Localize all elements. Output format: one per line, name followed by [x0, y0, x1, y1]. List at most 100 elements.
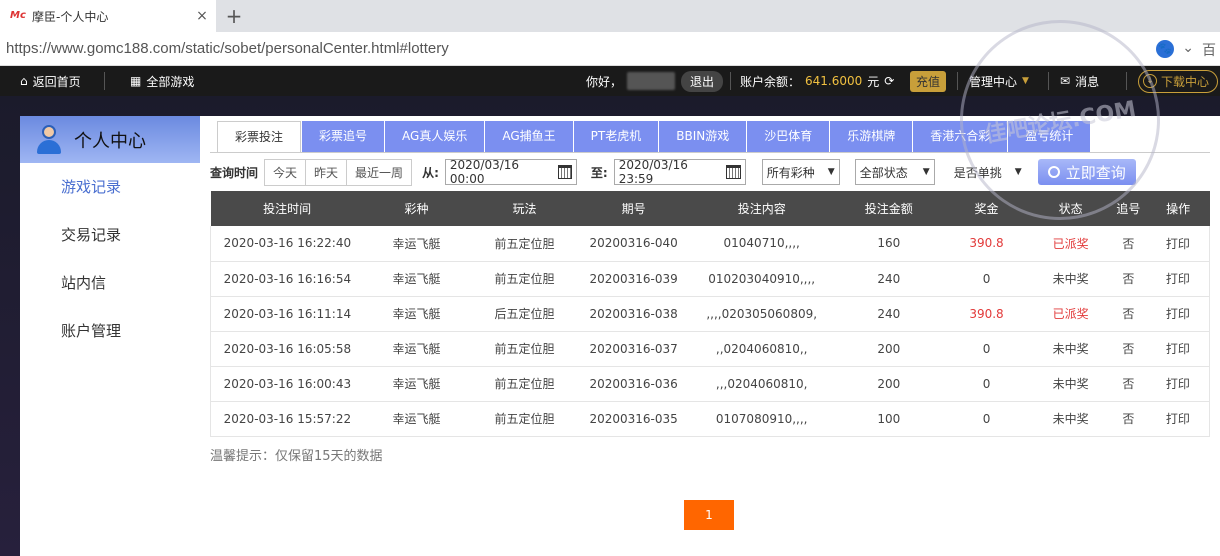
print-link[interactable]: 打印	[1146, 366, 1210, 402]
download-pill: ↓ 下载中心	[1138, 69, 1219, 93]
print-link[interactable]: 打印	[1146, 296, 1210, 332]
recharge-label: 充值	[910, 70, 947, 92]
recharge-button[interactable]: 充值	[910, 66, 947, 96]
blurred-username	[627, 72, 676, 90]
chase-cell: 否	[1110, 261, 1147, 297]
print-link[interactable]: 打印	[1146, 261, 1210, 297]
sidebar-item-transactions[interactable]: 交易记录	[20, 211, 200, 259]
close-tab-icon[interactable]: ×	[194, 8, 210, 24]
tab-lottery-chase[interactable]: 彩票追号	[302, 121, 385, 152]
print-link[interactable]: 打印	[1146, 401, 1210, 437]
paw-icon[interactable]: 🐾	[1156, 40, 1175, 58]
calendar-icon[interactable]	[557, 165, 572, 179]
table-row: 2020-03-16 16:11:14 幸运飞艇 后五定位胆 20200316-038…	[209, 296, 1210, 332]
from-date-input[interactable]: 2020/03/16 00:00	[444, 158, 577, 186]
bet-amount-cell: 240	[835, 296, 942, 332]
url-text[interactable]: https://www.gomc188.com/static/sobet/per…	[6, 40, 449, 57]
tab-leyou-chess[interactable]: 乐游棋牌	[830, 121, 913, 152]
address-bar[interactable]: https://www.gomc188.com/static/sobet/per…	[0, 32, 1220, 66]
balance: 账户余额： 641.6000 元 ⟳	[740, 66, 894, 96]
chevron-down-icon[interactable]: ⌄	[1182, 40, 1194, 60]
sidebar-item-account[interactable]: 账户管理	[20, 307, 200, 355]
status-value: 全部状态	[859, 165, 908, 180]
issue-cell: 20200316-038	[579, 296, 688, 332]
bet-amount-cell: 200	[835, 331, 942, 367]
col-header: 彩种	[363, 191, 470, 226]
bet-amount-cell: 200	[835, 366, 942, 402]
prize-cell: 0	[941, 366, 1032, 402]
from-label: 从:	[422, 165, 439, 180]
logout-button[interactable]: 退出	[681, 66, 724, 96]
lottery-cell: 幸运飞艇	[363, 366, 470, 402]
col-header: 状态	[1031, 191, 1111, 226]
status-cell: 未中奖	[1031, 401, 1111, 437]
manage-label: 管理中心	[969, 74, 1018, 89]
download-center-button[interactable]: ↓ 下载中心	[1138, 66, 1219, 96]
lottery-cell: 幸运飞艇	[363, 296, 470, 332]
divider	[957, 72, 958, 90]
tab-ag-live[interactable]: AG真人娱乐	[385, 121, 485, 152]
yesterday-button[interactable]: 昨天	[306, 159, 348, 185]
tab-lottery-bets[interactable]: 彩票投注	[217, 121, 302, 152]
page-button-1[interactable]: 1	[684, 500, 734, 530]
today-button[interactable]: 今天	[265, 159, 307, 185]
tab-ag-fishing[interactable]: AG捕鱼王	[485, 121, 573, 152]
print-link[interactable]: 打印	[1146, 226, 1210, 262]
prize-cell: 0	[941, 331, 1032, 367]
new-tab-icon[interactable]: +	[224, 4, 244, 28]
browser-tab-title: 摩臣-个人中心	[32, 9, 109, 24]
play-type-cell: 前五定位胆	[469, 366, 580, 402]
last-week-button[interactable]: 最近一周	[347, 160, 411, 185]
sidebar-item-inbox[interactable]: 站内信	[20, 259, 200, 307]
query-button[interactable]: 立即查询	[1037, 159, 1136, 185]
sidebar-item-game-records[interactable]: 游戏记录	[20, 163, 200, 211]
tab-hk-mark-six[interactable]: 香港六合彩	[913, 121, 1008, 152]
balance-label: 账户余额：	[740, 74, 801, 89]
bet-time-cell: 2020-03-16 15:57:22	[209, 401, 364, 437]
print-link[interactable]: 打印	[1146, 331, 1210, 367]
table-row: 2020-03-16 15:57:22 幸运飞艇 前五定位胆 20200316-035…	[209, 401, 1210, 437]
lottery-type-select[interactable]: 所有彩种 ▼	[761, 159, 840, 185]
issue-cell: 20200316-036	[579, 366, 688, 402]
lottery-type-value: 所有彩种	[766, 165, 815, 180]
tab-profit-loss[interactable]: 盈亏统计	[1008, 121, 1091, 152]
col-header: 投注内容	[687, 191, 836, 226]
tab-divider	[210, 152, 1210, 153]
chase-cell: 否	[1110, 331, 1147, 367]
messages-link[interactable]: ✉ 消息	[1060, 66, 1099, 96]
status-cell: 未中奖	[1031, 331, 1111, 367]
browser-tab[interactable]: Mc 摩臣-个人中心 ×	[0, 0, 216, 32]
calendar-icon[interactable]	[726, 165, 741, 179]
tab-bbin[interactable]: BBIN游戏	[659, 121, 747, 152]
all-games-link[interactable]: ▦ 全部游戏	[130, 66, 194, 96]
play-type-cell: 前五定位胆	[469, 331, 580, 367]
bet-content-cell: 0107080910,,,,	[687, 401, 836, 437]
logout-label: 退出	[681, 70, 724, 92]
site-favicon-icon: Mc	[10, 10, 26, 21]
single-bet-select[interactable]: 是否单挑 ▼	[950, 159, 1026, 185]
status-select[interactable]: 全部状态 ▼	[854, 159, 935, 185]
chase-cell: 否	[1110, 226, 1147, 262]
refresh-icon[interactable]: ⟳	[884, 74, 894, 88]
bet-time-cell: 2020-03-16 16:00:43	[209, 366, 364, 402]
download-icon: ↓	[1143, 74, 1157, 88]
home-icon: ⌂	[20, 74, 28, 88]
prize-cell: 0	[941, 401, 1032, 437]
col-header: 追号	[1110, 191, 1147, 226]
play-type-cell: 前五定位胆	[469, 226, 580, 262]
col-header: 奖金	[941, 191, 1032, 226]
bet-amount-cell: 240	[835, 261, 942, 297]
home-link[interactable]: ⌂ 返回首页	[20, 66, 81, 96]
balance-unit: 元	[867, 74, 880, 89]
tab-pt-slots[interactable]: PT老虎机	[573, 121, 659, 152]
manage-center-menu[interactable]: 管理中心 ▼	[969, 66, 1029, 96]
to-label: 至:	[590, 165, 608, 180]
prize-cell: 0	[941, 261, 1032, 297]
tab-saba-sports[interactable]: 沙巴体育	[747, 121, 830, 152]
status-cell: 未中奖	[1031, 366, 1111, 402]
site-topnav: ⌂ 返回首页 ▦ 全部游戏 你好， 退出 账户余额： 641.6000 元 ⟳ …	[0, 66, 1220, 96]
main-content: 彩票投注 彩票追号 AG真人娱乐 AG捕鱼王 PT老虎机 BBIN游戏 沙巴体育…	[200, 116, 1220, 556]
messages-label: 消息	[1075, 74, 1100, 89]
lottery-cell: 幸运飞艇	[363, 226, 470, 262]
to-date-input[interactable]: 2020/03/16 23:59	[613, 158, 746, 186]
